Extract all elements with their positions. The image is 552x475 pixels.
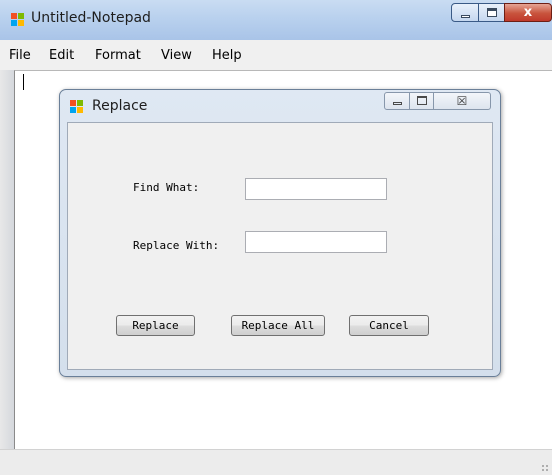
maximize-icon (487, 8, 497, 17)
dialog-maximize-button[interactable] (409, 92, 434, 110)
dialog-title: Replace (92, 98, 148, 114)
app-window-icon (11, 13, 24, 26)
menu-format[interactable]: Format (95, 48, 141, 63)
minimize-icon (461, 15, 470, 18)
replace-with-input[interactable] (245, 231, 387, 253)
cancel-button[interactable]: Cancel (349, 315, 429, 336)
minimize-icon (393, 102, 402, 105)
window-left-edge (0, 70, 14, 449)
minimize-button[interactable] (451, 3, 479, 22)
close-icon: ☒ (456, 94, 468, 108)
title-bar[interactable]: Untitled-Notepad x (0, 0, 552, 40)
replace-button[interactable]: Replace (116, 315, 195, 336)
replace-dialog: Replace ☒ Find What: Replace With: Repla… (59, 89, 501, 377)
menu-file[interactable]: File (9, 48, 31, 63)
window-title: Untitled-Notepad (31, 10, 151, 26)
menu-help[interactable]: Help (212, 48, 242, 63)
notepad-window: Untitled-Notepad x File Edit Format View… (0, 0, 552, 475)
replace-with-label: Replace With: (133, 239, 220, 252)
menu-bar: File Edit Format View Help (0, 40, 552, 70)
close-icon: x (523, 5, 533, 20)
find-what-label: Find What: (133, 181, 200, 194)
menu-view[interactable]: View (161, 48, 192, 63)
close-button[interactable]: x (504, 3, 552, 22)
maximize-icon (417, 96, 427, 105)
resize-grip-icon[interactable] (541, 464, 549, 472)
text-caret (23, 74, 24, 90)
dialog-close-button[interactable]: ☒ (433, 92, 491, 110)
replace-all-button[interactable]: Replace All (231, 315, 325, 336)
dialog-client-area: Find What: Replace With: Replace Replace… (67, 122, 493, 370)
dialog-window-icon (70, 100, 83, 113)
status-bar (0, 449, 552, 475)
menu-edit[interactable]: Edit (49, 48, 74, 63)
dialog-minimize-button[interactable] (384, 92, 410, 110)
find-what-input[interactable] (245, 178, 387, 200)
maximize-button[interactable] (478, 3, 505, 22)
